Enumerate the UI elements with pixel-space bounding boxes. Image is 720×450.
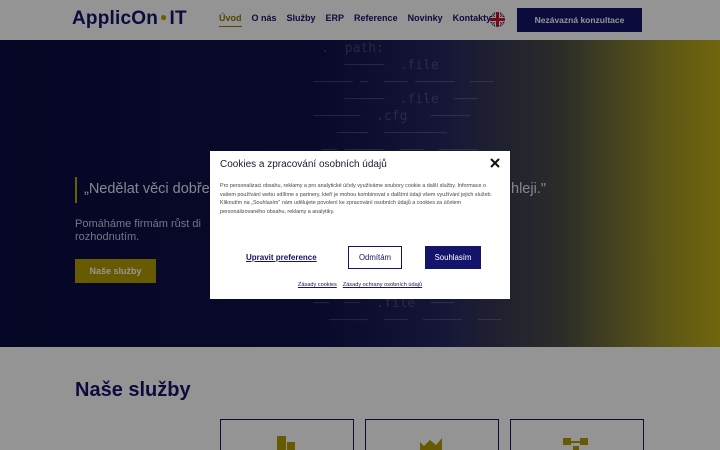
cookie-modal-title: Cookies a zpracování osobních údajů xyxy=(220,159,387,170)
deny-button[interactable]: Odmítám xyxy=(348,246,402,269)
cookie-modal-text: Pro personalizaci obsahu, reklamy a pro … xyxy=(220,183,492,216)
edit-preferences-link[interactable]: Upravit preference xyxy=(246,253,317,262)
cookie-modal-links: Zásady cookies Zásady ochrany osobních ú… xyxy=(210,282,510,288)
accept-button[interactable]: Souhlasím xyxy=(425,246,481,269)
privacy-policy-link[interactable]: Zásady ochrany osobních údajů xyxy=(343,282,422,288)
close-icon[interactable] xyxy=(490,158,500,168)
cookie-modal: Cookies a zpracování osobních údajů Pro … xyxy=(210,151,510,299)
cookie-policy-link[interactable]: Zásady cookies xyxy=(298,282,337,288)
